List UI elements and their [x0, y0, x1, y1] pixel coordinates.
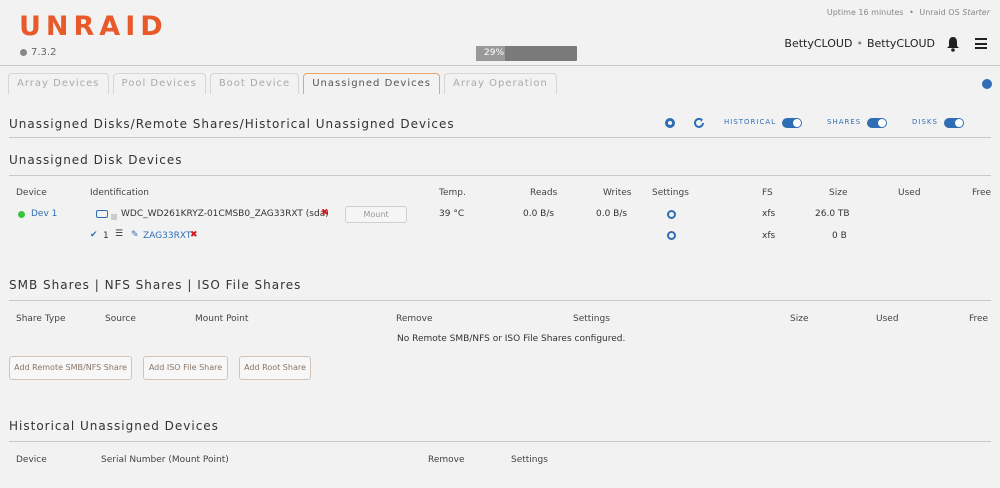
info-icon: [20, 49, 27, 56]
partition-name[interactable]: ZAG33RXT: [143, 231, 191, 241]
partition-settings-icon[interactable]: [667, 231, 676, 240]
col-identification: Identification: [90, 188, 150, 198]
col-remove: Remove: [428, 455, 465, 465]
server-sep: •: [856, 37, 863, 50]
tab-array-devices[interactable]: Array Devices: [8, 73, 109, 94]
check-icon: ✔: [90, 230, 98, 240]
col-writes: Writes: [603, 188, 632, 198]
page-title: Unassigned Disks/Remote Shares/Historica…: [9, 117, 455, 131]
tab-array-operation[interactable]: Array Operation: [443, 73, 557, 94]
historical-toggle[interactable]: [782, 118, 802, 128]
lock-icon: [111, 214, 117, 220]
col-settings: Settings: [573, 314, 610, 324]
progress-bar: 29%: [476, 46, 577, 61]
partition-number: 1: [103, 231, 109, 241]
divider: [9, 137, 991, 138]
shares-toggle[interactable]: [867, 118, 887, 128]
disk-reads: 0.0 B/s: [523, 209, 555, 219]
edit-icon[interactable]: ✎: [131, 230, 139, 240]
add-iso-share-button[interactable]: Add ISO File Share: [143, 356, 228, 380]
col-share-type: Share Type: [16, 314, 66, 324]
status-dot-icon: [18, 211, 25, 218]
historical-section-title: Historical Unassigned Devices: [9, 419, 219, 433]
col-free: Free: [972, 188, 992, 198]
disks-toggle[interactable]: [944, 118, 964, 128]
col-settings: Settings: [652, 188, 689, 198]
col-settings: Settings: [511, 455, 548, 465]
os-edition: Starter: [962, 8, 990, 17]
version-info: 7.3.2: [20, 47, 56, 58]
hamburger-menu-icon[interactable]: [975, 38, 987, 49]
disk-identification: WDC_WD261KRYZ-01CMSB0_ZAG33RXT (sda): [121, 209, 329, 219]
disk-temp: 39 °C: [439, 209, 465, 219]
col-used: Used: [876, 314, 899, 324]
version-label: 7.3.2: [31, 47, 57, 58]
refresh-icon[interactable]: [693, 117, 705, 129]
log-icon[interactable]: ☰: [115, 229, 123, 239]
uptime-sep: •: [909, 8, 914, 17]
col-mount-point: Mount Point: [195, 314, 249, 324]
settings-gear-icon[interactable]: [665, 118, 675, 128]
col-free: Free: [969, 314, 989, 324]
disk-writes: 0.0 B/s: [596, 209, 628, 219]
remove-partition-icon[interactable]: ✖: [190, 230, 198, 240]
disk-settings-icon[interactable]: [667, 210, 676, 219]
tab-unassigned-devices[interactable]: Unassigned Devices: [303, 73, 440, 94]
col-temp: Temp.: [439, 188, 466, 198]
col-reads: Reads: [530, 188, 558, 198]
col-fs: FS: [762, 188, 773, 198]
col-size: Size: [790, 314, 809, 324]
server-name: BettyCLOUD: [784, 37, 853, 50]
mount-button[interactable]: Mount: [345, 206, 407, 223]
divider: [9, 175, 991, 176]
remove-disk-icon[interactable]: ✖: [321, 208, 329, 218]
device-link[interactable]: Dev 1: [31, 209, 57, 219]
uptime-info: Uptime 16 minutes • Unraid OS Starter: [827, 8, 990, 17]
divider: [9, 441, 991, 442]
os-label: Unraid OS: [919, 8, 960, 17]
dashboard-icon[interactable]: [982, 79, 992, 89]
col-used: Used: [898, 188, 921, 198]
add-root-share-button[interactable]: Add Root Share: [239, 356, 311, 380]
shares-section-title: SMB Shares | NFS Shares | ISO File Share…: [9, 278, 302, 292]
bell-icon[interactable]: [946, 36, 960, 52]
partition-fs: xfs: [762, 231, 776, 241]
col-device: Device: [16, 455, 47, 465]
col-device: Device: [16, 188, 47, 198]
header: UNRAID 7.3.2 Uptime 16 minutes • Unraid …: [0, 0, 1000, 66]
col-serial-number: Serial Number (Mount Point): [101, 455, 229, 465]
disks-toggle-label: DISKS: [912, 118, 938, 126]
tab-bar: Array Devices Pool Devices Boot Device U…: [8, 73, 557, 95]
col-size: Size: [829, 188, 848, 198]
uptime-text: Uptime 16 minutes: [826, 8, 904, 17]
hdd-icon[interactable]: [96, 210, 108, 218]
col-remove: Remove: [396, 314, 433, 324]
col-source: Source: [105, 314, 136, 324]
disk-section-title: Unassigned Disk Devices: [9, 153, 183, 167]
server-desc: BettyCLOUD: [866, 37, 935, 50]
add-remote-share-button[interactable]: Add Remote SMB/NFS Share: [9, 356, 132, 380]
unraid-logo[interactable]: UNRAID: [19, 12, 168, 42]
disk-size: 26.0 TB: [815, 209, 850, 219]
tab-boot-device[interactable]: Boot Device: [209, 73, 300, 94]
progress-label: 29%: [484, 48, 505, 58]
disk-fs: xfs: [762, 209, 776, 219]
tab-pool-devices[interactable]: Pool Devices: [112, 73, 206, 94]
empty-shares-message: No Remote SMB/NFS or ISO File Shares con…: [397, 334, 626, 344]
divider: [9, 300, 991, 301]
shares-toggle-label: SHARES: [827, 118, 862, 126]
historical-toggle-label: HISTORICAL: [724, 118, 777, 126]
server-info: BettyCLOUD • BettyCLOUD: [784, 37, 935, 50]
partition-size: 0 B: [832, 231, 847, 241]
